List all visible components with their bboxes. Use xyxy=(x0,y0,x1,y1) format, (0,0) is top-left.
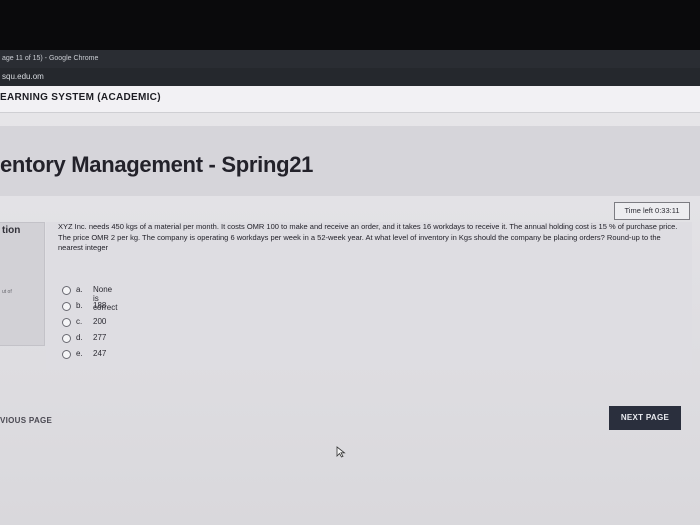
address-bar[interactable]: squ.edu.om xyxy=(0,68,700,86)
window-title: age 11 of 15) - Google Chrome xyxy=(2,55,99,62)
question-info-panel: tion ut of xyxy=(0,222,45,346)
screen-bezel xyxy=(0,0,700,50)
radio-button-icon[interactable] xyxy=(62,286,71,295)
option-key: a. xyxy=(76,285,83,294)
option-key: d. xyxy=(76,333,83,342)
radio-button-icon[interactable] xyxy=(62,318,71,327)
option-key: c. xyxy=(76,317,83,326)
option-value: 277 xyxy=(93,333,107,342)
radio-button-icon[interactable] xyxy=(62,350,71,359)
next-page-button[interactable]: NEXT PAGE xyxy=(609,406,681,430)
browser-title-bar: age 11 of 15) - Google Chrome xyxy=(0,50,700,68)
question-text: XYZ Inc. needs 450 kgs of a material per… xyxy=(58,222,678,252)
system-name: EARNING SYSTEM (ACADEMIC) xyxy=(0,92,161,103)
course-title: entory Management - Spring21 xyxy=(0,152,314,177)
radio-button-icon[interactable] xyxy=(62,302,71,311)
option-key: b. xyxy=(76,301,83,310)
url-domain[interactable]: squ.edu.om xyxy=(2,68,44,86)
site-header: EARNING SYSTEM (ACADEMIC) xyxy=(0,86,700,113)
option-value: 188 xyxy=(93,301,107,310)
radio-button-icon[interactable] xyxy=(62,334,71,343)
option-value: 200 xyxy=(93,317,107,326)
marks-label: ut of xyxy=(2,289,12,295)
time-left-badge: Time left 0:33:11 xyxy=(614,202,690,220)
previous-page-button[interactable]: VIOUS PAGE xyxy=(0,416,52,425)
page-content: EARNING SYSTEM (ACADEMIC) entory Managem… xyxy=(0,86,700,525)
mouse-pointer-icon xyxy=(336,446,346,458)
option-value: 247 xyxy=(93,349,107,358)
question-label: tion xyxy=(2,225,21,236)
option-key: e. xyxy=(76,349,83,358)
